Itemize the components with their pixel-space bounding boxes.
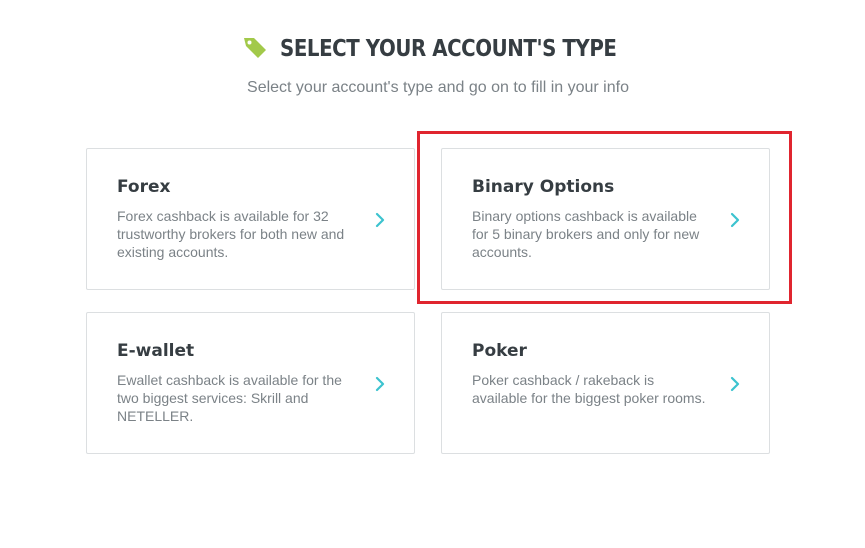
card-description: Binary options cashback is available for… <box>472 208 700 260</box>
page-title: SELECT YOUR ACCOUNT'S TYPE <box>280 36 617 62</box>
card-description: Ewallet cashback is available for the tw… <box>117 372 342 424</box>
card-description: Forex cashback is available for 32 trust… <box>117 208 345 260</box>
account-type-card-poker[interactable]: Poker Poker cashback / rakeback is avail… <box>441 312 770 454</box>
page-header: SELECT YOUR ACCOUNT'S TYPE <box>0 36 865 62</box>
chevron-right-icon <box>730 212 740 228</box>
chevron-right-icon <box>375 212 385 228</box>
card-title: Forex <box>117 177 171 197</box>
account-type-card-binary-options[interactable]: Binary Options Binary options cashback i… <box>441 148 770 290</box>
account-type-card-forex[interactable]: Forex Forex cashback is available for 32… <box>86 148 415 290</box>
chevron-right-icon <box>375 376 385 392</box>
tag-icon <box>244 38 267 58</box>
page-subtitle: Select your account's type and go on to … <box>247 79 629 96</box>
card-title: E-wallet <box>117 341 195 361</box>
card-description: Poker cashback / rakeback is available f… <box>472 372 706 406</box>
chevron-right-icon <box>730 376 740 392</box>
card-title: Poker <box>472 341 527 361</box>
card-title: Binary Options <box>472 177 615 197</box>
account-type-card-e-wallet[interactable]: E-wallet Ewallet cashback is available f… <box>86 312 415 454</box>
